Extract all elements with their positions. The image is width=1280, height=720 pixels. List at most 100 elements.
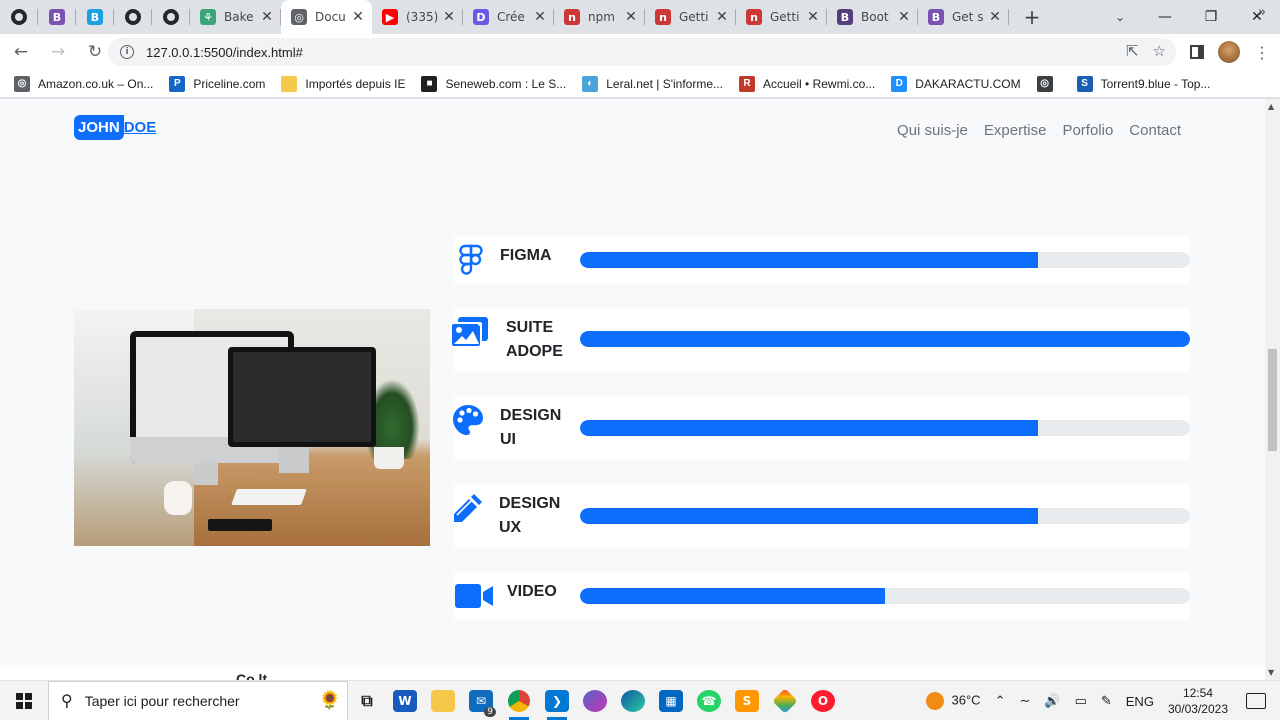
close-tab-icon[interactable]: ✕: [805, 9, 821, 25]
taskbar-search-box[interactable]: ⚲ Taper ici pour rechercher 🌻: [48, 680, 348, 720]
nav-link-expertise[interactable]: Expertise: [984, 122, 1047, 139]
profile-avatar[interactable]: [1218, 41, 1240, 63]
whatsapp-icon[interactable]: ☎: [690, 681, 728, 720]
pinned-tab[interactable]: B: [38, 0, 76, 34]
pinned-tab[interactable]: [0, 0, 38, 34]
bookmarks-overflow-icon[interactable]: »: [1258, 5, 1266, 20]
skill-label: DESIGN UX: [499, 495, 561, 536]
next-section-heading-peek: Co lt: [236, 671, 268, 680]
chrome-icon[interactable]: [500, 681, 538, 720]
bookmark-item[interactable]: P Priceline.com: [169, 75, 265, 92]
browser-tab[interactable]: B Boot ✕: [827, 0, 918, 34]
weather-widget[interactable]: 36°C: [925, 692, 981, 710]
word-icon[interactable]: W: [386, 681, 424, 720]
forward-button[interactable]: →: [42, 36, 74, 68]
language-indicator[interactable]: ENG: [1126, 694, 1154, 709]
brand-logo[interactable]: JOHN DOE: [74, 115, 156, 140]
new-tab-button[interactable]: +: [1015, 5, 1049, 29]
tab-title: Crée: [497, 10, 525, 24]
battery-icon[interactable]: ▭: [1075, 693, 1087, 709]
brand-part-1: JOHN: [74, 115, 124, 140]
reload-button[interactable]: ↻: [79, 36, 111, 68]
leral-icon: ◐: [582, 75, 599, 92]
close-window-button[interactable]: ✕: [1234, 0, 1280, 34]
nav-link-about[interactable]: Qui suis-je: [897, 122, 968, 139]
close-tab-icon[interactable]: ✕: [714, 9, 730, 25]
back-button[interactable]: ←: [5, 36, 37, 68]
git-icon[interactable]: [766, 681, 804, 720]
task-view-icon[interactable]: ⧉: [348, 681, 386, 720]
pinned-tab[interactable]: [152, 0, 190, 34]
close-tab-icon[interactable]: ✕: [532, 9, 548, 25]
address-url[interactable]: 127.0.0.1:5500/index.html#: [146, 45, 303, 60]
browser-tab[interactable]: ⚘ Bake ✕: [190, 0, 281, 34]
bookmark-item[interactable]: S Torrent9.blue - Top...: [1076, 75, 1210, 92]
start-button[interactable]: [0, 681, 48, 720]
browser-toolbar: ← → ↻ i 127.0.0.1:5500/index.html# ⇱ ☆ ⋮: [0, 34, 1280, 70]
bookmark-item[interactable]: ◎: [1036, 75, 1061, 92]
pen-tray-icon[interactable]: ✎: [1101, 693, 1112, 709]
browser-tab[interactable]: n Getti ✕: [736, 0, 827, 34]
scroll-down-arrow-icon[interactable]: ▼: [1268, 668, 1274, 677]
side-panel-icon[interactable]: [1190, 45, 1204, 59]
vscode-icon[interactable]: ❯: [538, 681, 576, 720]
opera-icon[interactable]: O: [804, 681, 842, 720]
close-tab-icon[interactable]: ✕: [896, 9, 912, 25]
maximize-button[interactable]: ❐: [1188, 0, 1234, 34]
edge-icon[interactable]: [614, 681, 652, 720]
bookmark-item[interactable]: R Accueil • Rewmi.co...: [739, 75, 875, 92]
browser-tab[interactable]: ▶ (335) ✕: [372, 0, 463, 34]
youtube-icon: ▶: [382, 9, 398, 25]
bookmarks-bar: ◎ Amazon.co.uk – On... P Priceline.com Impor…: [0, 70, 1280, 98]
bookmark-item[interactable]: Importés depuis IE: [281, 75, 405, 92]
close-tab-icon[interactable]: ✕: [259, 9, 275, 25]
network-icon[interactable]: ∼: [1019, 693, 1030, 709]
nav-link-contact[interactable]: Contact: [1129, 122, 1181, 139]
pinned-tab[interactable]: B: [76, 0, 114, 34]
share-icon[interactable]: ⇱: [1126, 42, 1139, 60]
nav-link-portfolio[interactable]: Porfolio: [1062, 122, 1113, 139]
close-tab-icon[interactable]: ✕: [350, 9, 366, 25]
skill-label: SUITE ADOPE: [506, 319, 563, 360]
bookmark-star-icon[interactable]: ☆: [1153, 42, 1166, 60]
bookmark-item[interactable]: D DAKARACTU.COM: [891, 75, 1021, 92]
site-info-icon[interactable]: i: [120, 45, 134, 59]
skill-row-design-ui: DESIGN UI: [453, 396, 1190, 460]
skill-progress-fill: [580, 252, 1038, 268]
sublime-icon[interactable]: S: [728, 681, 766, 720]
browser-tab[interactable]: n npm ✕: [554, 0, 645, 34]
minimize-button[interactable]: —: [1142, 0, 1188, 34]
address-bar[interactable]: i 127.0.0.1:5500/index.html# ⇱ ☆: [108, 38, 1176, 66]
notifications-icon[interactable]: [1246, 693, 1266, 709]
skill-label: DESIGN UI: [500, 407, 562, 448]
browser-menu-icon[interactable]: ⋮: [1254, 43, 1270, 62]
file-explorer-icon[interactable]: [424, 681, 462, 720]
browser-tab[interactable]: ◎ Docu ✕: [281, 0, 372, 34]
browser-tab[interactable]: D Crée ✕: [463, 0, 554, 34]
store-icon[interactable]: ▦: [652, 681, 690, 720]
scrollbar-thumb[interactable]: [1268, 349, 1277, 451]
tray-chevron-icon[interactable]: ⌃: [995, 693, 1006, 709]
pinned-tab[interactable]: [114, 0, 152, 34]
close-tab-icon[interactable]: ✕: [623, 9, 639, 25]
bookmark-item[interactable]: ◐ Leral.net | S'informe...: [582, 75, 723, 92]
close-tab-icon[interactable]: ✕: [441, 9, 457, 25]
page-scrollbar[interactable]: ▲ ▼: [1265, 99, 1280, 680]
clock[interactable]: 12:54 30/03/2023: [1168, 685, 1228, 717]
close-tab-icon[interactable]: ✕: [987, 9, 1003, 25]
priceline-icon: P: [169, 75, 186, 92]
tab-search-chevron-icon[interactable]: ⌄: [1108, 0, 1132, 34]
bookmark-item[interactable]: ◎ Amazon.co.uk – On...: [14, 75, 153, 92]
mail-icon[interactable]: ✉ 9: [462, 681, 500, 720]
volume-icon[interactable]: 🔊: [1044, 693, 1060, 709]
skill-progress-track: [580, 508, 1190, 524]
bookmark-item[interactable]: ■ Seneweb.com : Le S...: [421, 75, 566, 92]
scroll-up-arrow-icon[interactable]: ▲: [1268, 102, 1274, 111]
clock-time: 12:54: [1182, 686, 1213, 700]
browser-tab[interactable]: B Get s ✕: [918, 0, 1009, 34]
torrent9-icon: S: [1076, 75, 1093, 92]
copilot-icon[interactable]: [576, 681, 614, 720]
browser-tab[interactable]: n Getti ✕: [645, 0, 736, 34]
windows-logo-icon: [16, 692, 32, 709]
windows-taskbar: ⚲ Taper ici pour rechercher 🌻 ⧉ W ✉ 9 ❯ ▦…: [0, 680, 1280, 720]
